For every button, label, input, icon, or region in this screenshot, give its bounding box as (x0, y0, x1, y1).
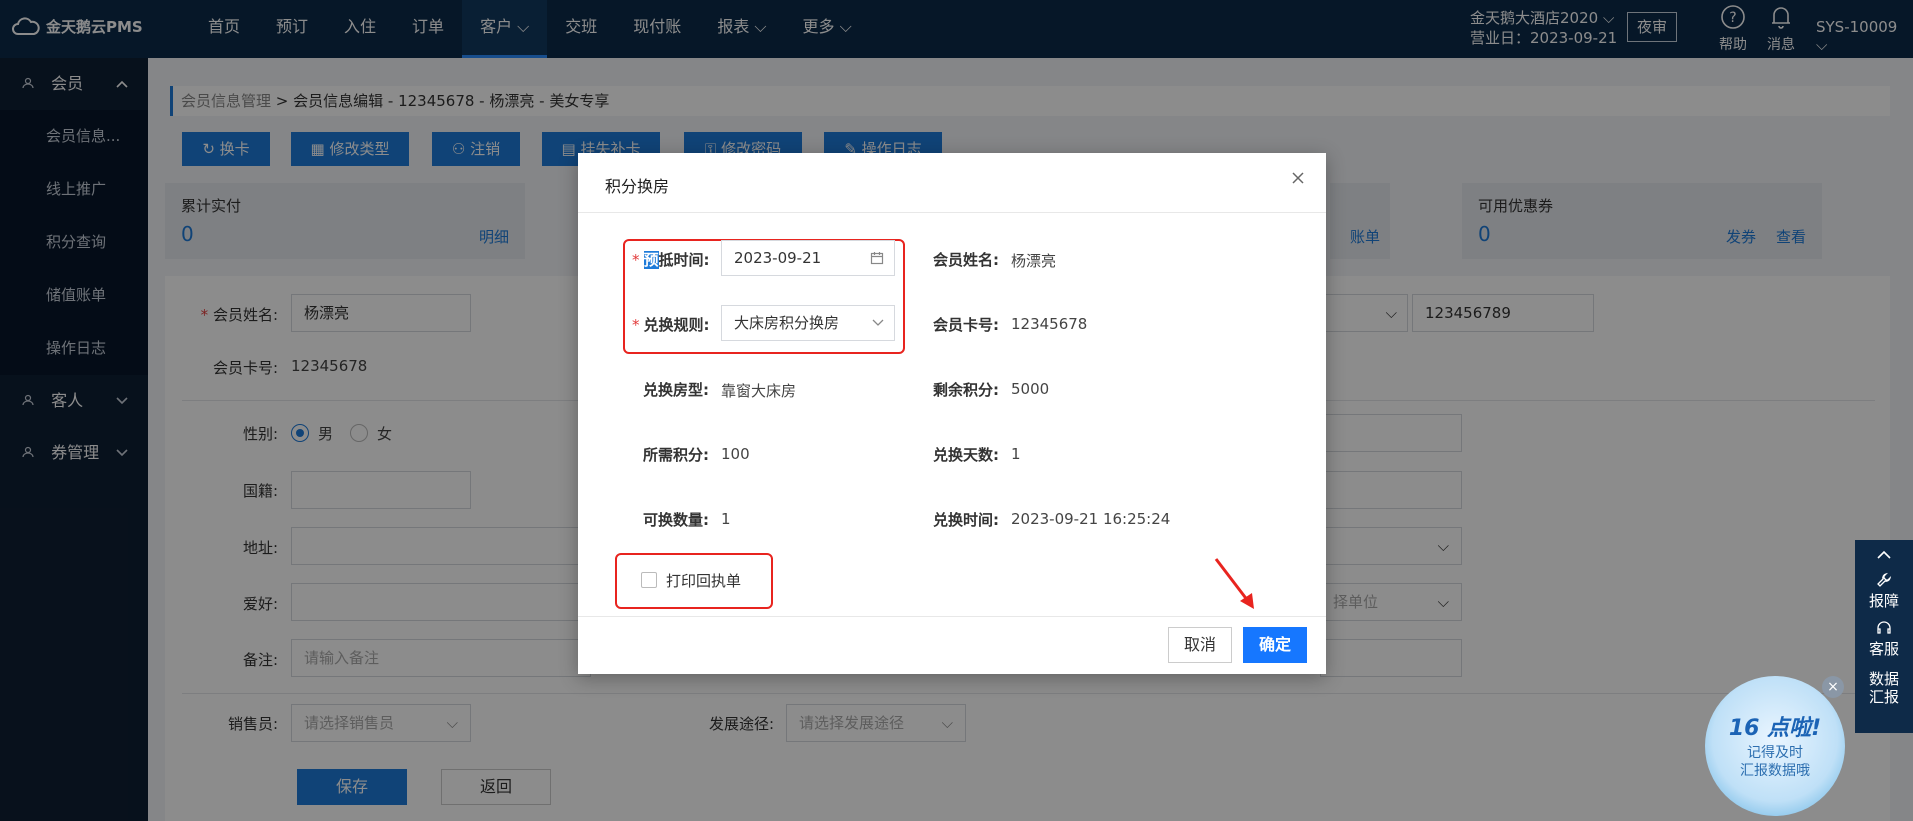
remaining-points-label: 剩余积分: (933, 381, 999, 399)
available-qty-label: 可换数量: (643, 511, 709, 529)
exchange-time-value: 2023-09-21 16:25:24 (1011, 510, 1171, 528)
exchange-days-label: 兑换天数: (933, 446, 999, 464)
required-points-value: 100 (721, 445, 750, 463)
data-report-label: 汇报 (1868, 688, 1899, 706)
data-report-button[interactable]: 数据 汇报 (1855, 670, 1913, 706)
exchange-rule-value: 大床房积分换房 (734, 314, 840, 332)
promo-subtitle: 记得及时 汇报数据哦 (1705, 744, 1845, 780)
promo-line: 汇报数据哦 (1740, 763, 1810, 779)
customer-service-button[interactable]: 客服 (1855, 620, 1913, 658)
print-receipt-checkbox[interactable] (641, 572, 657, 588)
wrench-icon (1855, 572, 1913, 592)
collapse-up-icon[interactable] (1855, 540, 1913, 564)
exchange-rule-label: * 兑换规则: (632, 316, 710, 334)
required-points-label: 所需积分: (643, 446, 709, 464)
promo-bubble[interactable]: 16 点啦! 记得及时 汇报数据哦 (1705, 676, 1845, 816)
report-fault-button[interactable]: 报障 (1855, 572, 1913, 610)
member-name-label: 会员姓名: (933, 251, 999, 269)
dialog-header: 积分换房 (578, 153, 1326, 213)
data-report-label: 数据 (1868, 670, 1899, 688)
exchange-time-label: 兑换时间: (933, 511, 999, 529)
print-receipt-label[interactable]: 打印回执单 (666, 570, 741, 591)
exchange-days-value: 1 (1011, 445, 1021, 463)
dialog-title: 积分换房 (605, 177, 670, 196)
close-icon[interactable] (1290, 167, 1306, 192)
member-name-value: 杨漂亮 (1011, 252, 1057, 270)
selected-text: 预 (643, 251, 659, 269)
label-text: 抵时间: (658, 251, 710, 269)
report-fault-label: 报障 (1868, 592, 1899, 610)
room-type-label: 兑换房型: (643, 381, 709, 399)
arrival-date-picker[interactable]: 2023-09-21 (721, 240, 895, 276)
chevron-down-icon (872, 306, 884, 341)
arrival-date-value: 2023-09-21 (734, 249, 822, 267)
annotation-arrow-icon (1210, 555, 1260, 619)
room-type-value: 靠窗大床房 (721, 382, 797, 400)
confirm-button[interactable]: 确定 (1243, 627, 1307, 663)
arrival-time-label: * 预抵时间: (632, 251, 710, 269)
available-qty-value: 1 (721, 510, 731, 528)
side-tools-panel: 报障 客服 数据 汇报 (1855, 540, 1913, 733)
calendar-icon (870, 241, 884, 279)
label-text: 兑换规则: (643, 316, 710, 334)
member-card-value: 12345678 (1011, 315, 1088, 333)
cancel-button[interactable]: 取消 (1168, 627, 1232, 663)
headset-icon (1855, 620, 1913, 640)
promo-line: 记得及时 (1747, 745, 1803, 761)
member-card-label: 会员卡号: (933, 316, 999, 334)
promo-title: 16 点啦! (1728, 716, 1822, 741)
close-promo-icon[interactable]: × (1822, 676, 1844, 698)
remaining-points-value: 5000 (1011, 380, 1050, 398)
customer-service-label: 客服 (1868, 640, 1899, 658)
exchange-rule-select[interactable]: 大床房积分换房 (721, 305, 895, 341)
